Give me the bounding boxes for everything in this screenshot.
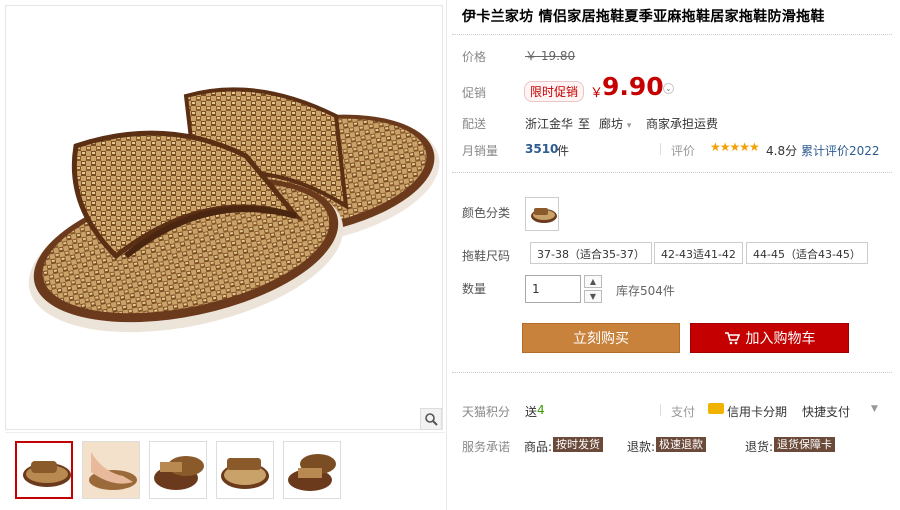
product-title: 伊卡兰家坊 情侣家居拖鞋夏季亚麻拖鞋居家拖鞋防滑拖鞋 (462, 9, 825, 25)
sales-label: 月销量 (462, 144, 499, 158)
ship-from: 浙江金华 (525, 117, 574, 131)
zoom-icon[interactable] (420, 408, 442, 430)
caret-down-icon: ▾ (626, 121, 632, 131)
service-refund: 退款: (627, 440, 656, 454)
shipping-fee: 商家承担运费 (646, 117, 719, 131)
sales-unit: 件 (557, 144, 570, 158)
points-send: 送 (525, 405, 538, 419)
color-label: 颜色分类 (462, 206, 511, 220)
quantity-label: 数量 (462, 282, 487, 296)
size-option-1[interactable]: 37-38（适合35-37） (530, 242, 652, 264)
shipping-label: 配送 (462, 117, 487, 131)
ship-destination-select[interactable]: 廊坊 ▾ (599, 115, 631, 132)
separator (660, 404, 661, 416)
size-option-2[interactable]: 42-43适41-42 (654, 242, 743, 264)
service-goods: 商品: (524, 440, 553, 454)
credit-installment[interactable]: 信用卡分期 (727, 403, 787, 420)
service-refund-tag: 极速退款 (656, 437, 706, 452)
quantity-decrease-button[interactable]: ▼ (584, 290, 602, 303)
size-label: 拖鞋尺码 (462, 249, 511, 263)
payment-label: 支付 (671, 405, 696, 419)
add-to-cart-label: 加入购物车 (745, 331, 816, 347)
price-label: 价格 (462, 50, 487, 64)
panel-divider (446, 0, 447, 510)
thumbnail-5[interactable] (283, 441, 341, 499)
quantity-input[interactable] (525, 275, 581, 303)
size-option-3[interactable]: 44-45（适合43-45） (746, 242, 868, 264)
separator (660, 143, 661, 155)
rating-stars: ★★★★★ (710, 140, 760, 154)
credit-card-icon (708, 403, 724, 414)
service-exchange: 退货: (745, 440, 774, 454)
divider (452, 372, 892, 373)
cart-icon (724, 332, 740, 345)
review-label: 评价 (671, 144, 696, 158)
caret-down-icon[interactable]: ▼ (871, 404, 878, 414)
sales-count: 3510 (525, 142, 559, 156)
service-goods-tag: 按时发货 (553, 437, 603, 452)
color-swatch[interactable] (525, 197, 559, 231)
divider (452, 172, 892, 173)
divider (452, 34, 892, 35)
thumbnail-strip (5, 432, 445, 508)
promo-label: 促销 (462, 86, 487, 100)
ship-destination: 廊坊 (599, 117, 624, 131)
chevron-down-icon[interactable]: ⌄ (663, 83, 674, 94)
buy-now-button[interactable]: 立刻购买 (522, 323, 680, 353)
points-amount: 4 (537, 403, 545, 417)
service-exchange-tag: 退货保障卡 (774, 437, 835, 452)
thumbnail-3[interactable] (149, 441, 207, 499)
main-product-image[interactable] (5, 5, 443, 430)
original-price: ￥ 19.80 (525, 49, 576, 63)
rating-score: 4.8分 (766, 144, 798, 158)
review-count-link[interactable]: 累计评价2022 (801, 142, 880, 159)
ship-to-word: 至 (578, 117, 591, 131)
service-label: 服务承诺 (462, 440, 511, 454)
thumbnail-1[interactable] (15, 441, 73, 499)
stock-text: 库存504件 (616, 284, 675, 298)
add-to-cart-button[interactable]: 加入购物车 (690, 323, 849, 353)
thumbnail-4[interactable] (216, 441, 274, 499)
quantity-increase-button[interactable]: ▲ (584, 275, 602, 288)
quick-pay[interactable]: 快捷支付 (802, 403, 850, 420)
promo-price: 9.90 (602, 72, 664, 101)
thumbnail-2[interactable] (82, 441, 140, 499)
points-label: 天猫积分 (462, 405, 511, 419)
promo-badge: 限时促销 (524, 81, 585, 102)
